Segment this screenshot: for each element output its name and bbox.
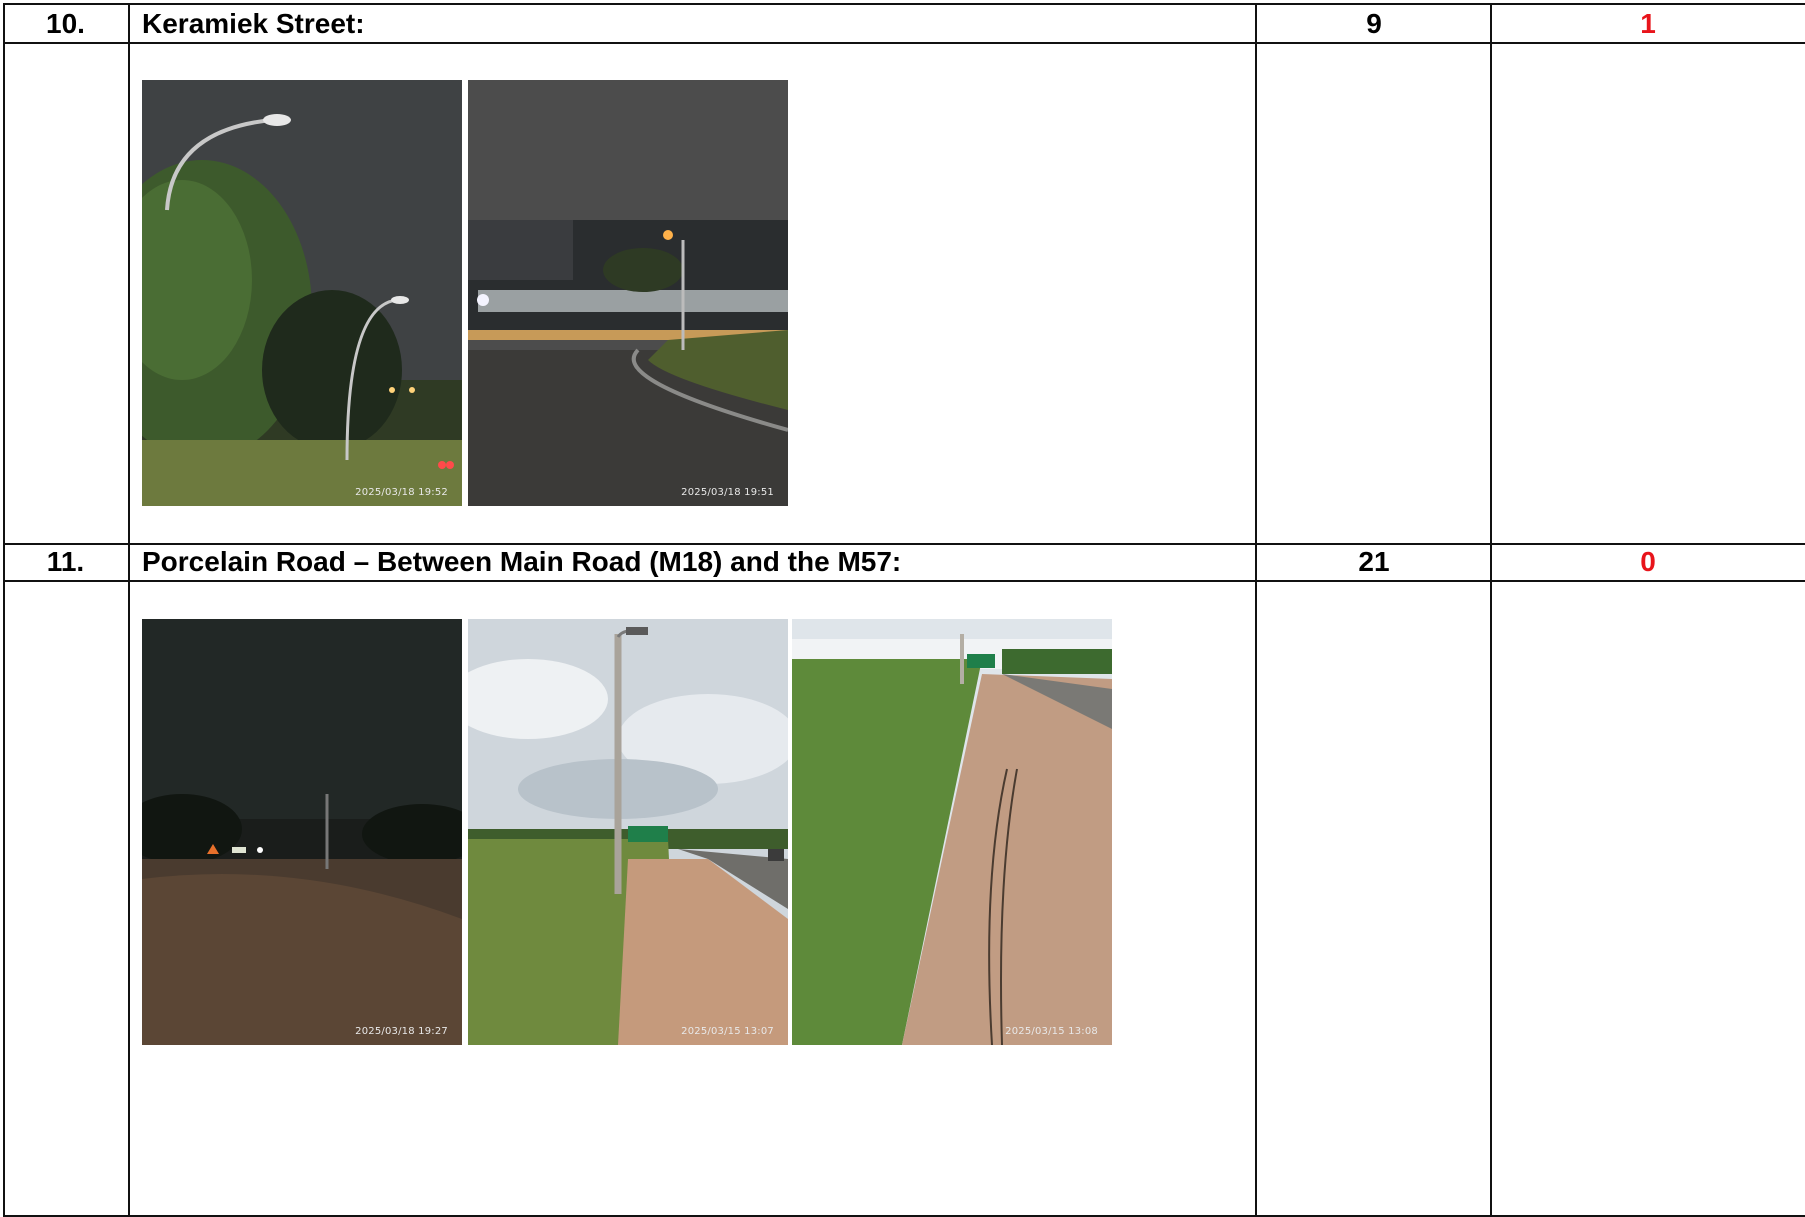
photo-timestamp: 2025/03/18 19:27: [355, 1026, 448, 1037]
photo-night-road: 2025/03/18 19:27: [142, 619, 462, 1045]
column-divider: [1255, 3, 1257, 1217]
row-number: 10.: [46, 8, 85, 39]
photo-timestamp: 2025/03/15 13:08: [1005, 1026, 1098, 1037]
faulty-count: 1: [1640, 8, 1656, 39]
photo-night-factory: 2025/03/18 19:51: [468, 80, 788, 506]
row-divider: [3, 543, 1805, 545]
row-divider: [3, 580, 1805, 582]
photo-timestamp: 2025/03/18 19:52: [355, 487, 448, 498]
street-title: Porcelain Road – Between Main Road (M18)…: [142, 546, 902, 577]
photo-night-streetlights: 2025/03/18 19:52: [142, 80, 462, 506]
photo-pole-grass: 2025/03/15 13:07: [468, 619, 788, 1045]
column-divider: [1490, 3, 1492, 1217]
column-divider: [128, 3, 130, 1217]
light-count: 21: [1358, 546, 1390, 577]
table-top-border: [3, 3, 1805, 5]
light-count: 9: [1366, 8, 1382, 39]
photo-timestamp: 2025/03/18 19:51: [681, 487, 774, 498]
photo-timestamp: 2025/03/15 13:07: [681, 1026, 774, 1037]
faulty-count: 0: [1640, 546, 1656, 577]
street-title: Keramiek Street:: [142, 8, 365, 39]
photo-dirt-path: 2025/03/15 13:08: [792, 619, 1112, 1045]
row-divider: [3, 42, 1805, 44]
column-divider: [3, 3, 5, 1217]
row-number: 11.: [46, 546, 85, 577]
